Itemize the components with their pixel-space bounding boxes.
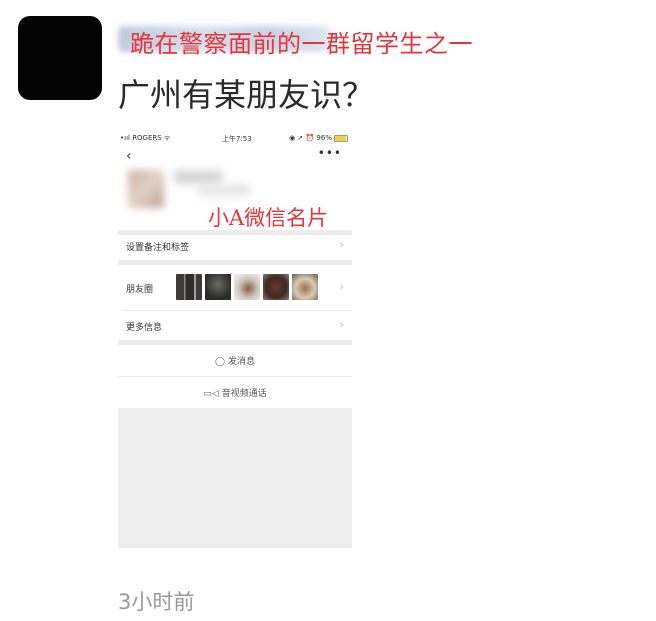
battery-icon <box>334 134 348 142</box>
post-text: 广州有某朋友识？ <box>118 76 375 114</box>
blank-area <box>118 408 352 548</box>
back-chevron-icon: ‹ <box>126 148 132 164</box>
video-call-label: 音视频通话 <box>221 389 267 399</box>
moment-thumbnail <box>292 274 318 300</box>
moment-thumbnail <box>205 274 231 300</box>
chevron-right-icon: › <box>339 318 344 331</box>
send-message-label: 发消息 <box>228 357 256 367</box>
chevron-right-icon: › <box>339 280 344 293</box>
divider <box>118 340 352 345</box>
video-camera-icon: ▭◁ <box>203 389 219 399</box>
more-icon: ••• <box>317 146 342 160</box>
blurred-profile-name <box>174 170 222 184</box>
row-label: 更多信息 <box>126 323 163 333</box>
carrier-label: •ııl ROGERS ᯤ <box>120 134 171 142</box>
row-label: 设置备注和标签 <box>126 243 190 253</box>
avatar[interactable] <box>18 16 102 100</box>
card-caption: 小A微信名片 <box>208 206 329 230</box>
status-bar: •ııl ROGERS ᯤ 上午7:53 ◉ ➚ ⏰ 96% <box>118 134 352 146</box>
moments-thumbnails <box>176 274 318 300</box>
moment-thumbnail <box>263 274 289 300</box>
moment-thumbnail <box>176 274 202 300</box>
row-moments: 朋友圈 › <box>118 270 352 302</box>
blurred-profile-photo <box>128 170 164 208</box>
chevron-right-icon: › <box>339 238 344 251</box>
post-timestamp: 3小时前 <box>118 590 195 614</box>
overlay-caption: 跪在警察面前的一群留学生之一 <box>130 30 473 58</box>
post-image[interactable]: •ııl ROGERS ᯤ 上午7:53 ◉ ➚ ⏰ 96% ‹ ••• 小A微… <box>118 130 352 548</box>
row-more-info: 更多信息 › <box>118 310 352 342</box>
blurred-profile-id <box>198 184 250 196</box>
send-message-action: ◯ 发消息 <box>118 354 352 382</box>
row-label: 朋友圈 <box>126 285 154 295</box>
row-remark-tags: 设置备注和标签 › <box>118 230 352 262</box>
divider <box>118 376 352 377</box>
moment-thumbnail <box>234 274 260 300</box>
status-indicators: ◉ ➚ ⏰ 96% <box>289 134 348 142</box>
chat-bubble-icon: ◯ <box>214 357 226 367</box>
status-icons: ◉ ➚ ⏰ 96% <box>289 134 332 142</box>
divider <box>118 260 352 265</box>
status-time: 上午7:53 <box>222 135 252 143</box>
